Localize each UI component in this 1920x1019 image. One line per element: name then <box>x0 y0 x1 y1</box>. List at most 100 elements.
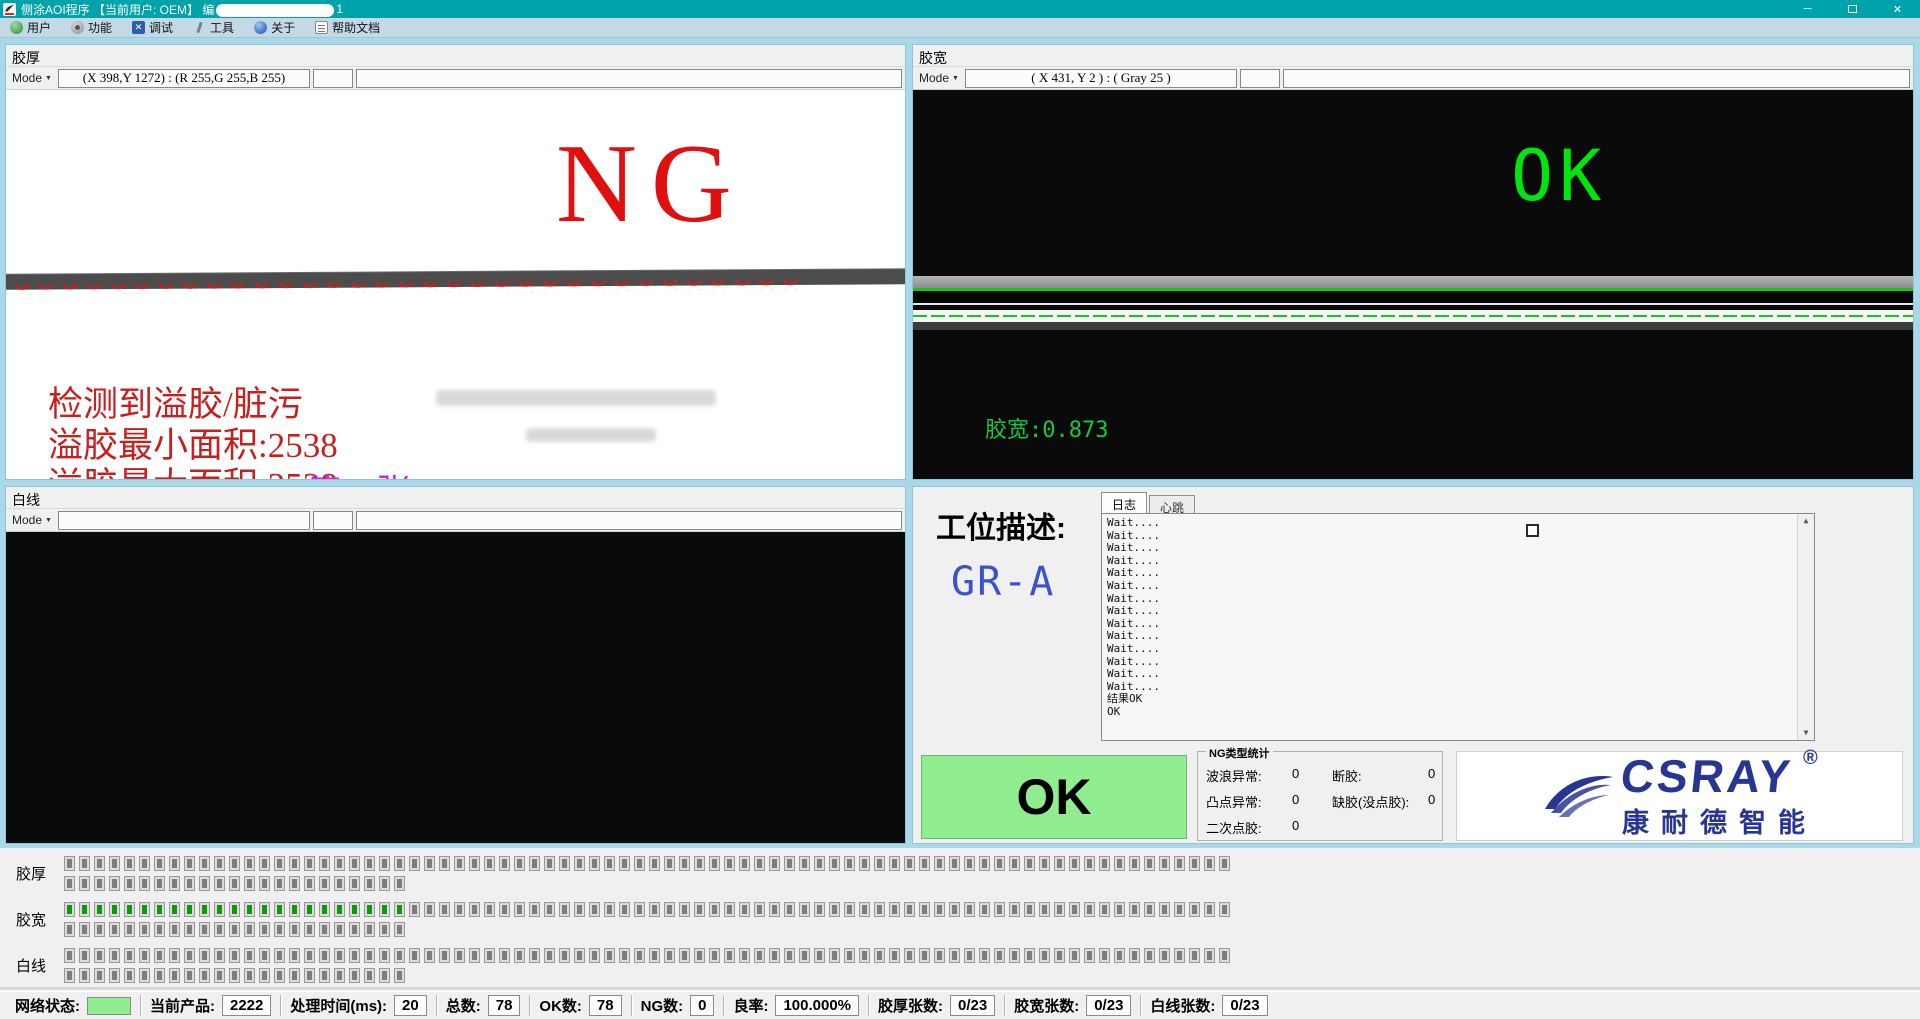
indicator-cell <box>334 902 345 917</box>
indicator-cell <box>739 856 750 871</box>
indicator-cell <box>1144 948 1155 963</box>
indicator-cell <box>109 856 120 871</box>
statusbar-item-value: 0/23 <box>1086 995 1131 1016</box>
statusbar-item: 当前产品:2222 <box>141 995 280 1016</box>
maximize-button[interactable] <box>1830 0 1875 18</box>
mode-label: Mode <box>919 71 949 85</box>
log-line: Wait.... <box>1107 580 1794 593</box>
network-status: 网络状态: <box>6 995 140 1016</box>
indicator-cell <box>169 902 180 917</box>
indicator-cell <box>1189 856 1200 871</box>
frame-indicator-grids: 胶厚胶宽白线 <box>0 848 1920 990</box>
info-globe-icon <box>254 21 267 34</box>
log-output[interactable]: Wait....Wait....Wait....Wait....Wait....… <box>1101 513 1815 741</box>
indicator-cell <box>979 856 990 871</box>
indicator-cell <box>499 902 510 917</box>
indicator-cell <box>199 968 210 983</box>
menu-function[interactable]: 功能 <box>61 18 122 38</box>
statusbar-item-label: NG数: <box>641 995 684 1016</box>
indicator-cell <box>919 902 930 917</box>
tab-log[interactable]: 日志 <box>1101 492 1147 513</box>
indicator-cell <box>1099 902 1110 917</box>
app-icon <box>3 3 16 16</box>
indicator-cell <box>619 856 630 871</box>
glue-width-image[interactable]: OK 胶宽:0.873 <box>913 89 1913 479</box>
mode-dropdown[interactable]: Mode ▼ <box>9 69 55 87</box>
frame-number-overlay: 第38张R-A <box>306 464 471 479</box>
indicator-cell <box>1204 902 1215 917</box>
debug-icon <box>132 21 145 34</box>
indicator-cell <box>1129 902 1140 917</box>
indicator-cell <box>154 968 165 983</box>
indicator-cell <box>994 948 1005 963</box>
indicator-cell <box>64 876 75 891</box>
station-description-label: 工位描述: <box>936 503 1066 547</box>
toolbar-field-long[interactable] <box>356 511 902 530</box>
indicator-cell <box>724 856 735 871</box>
overall-result-indicator: OK <box>921 755 1187 839</box>
toolbar-field-small[interactable] <box>313 69 353 88</box>
indicator-cell <box>709 856 720 871</box>
indicator-cell <box>379 856 390 871</box>
indicator-cell <box>439 902 450 917</box>
menu-help-doc[interactable]: 帮助文档 <box>305 18 390 38</box>
menu-debug[interactable]: 调试 <box>122 18 183 38</box>
indicator-cell <box>709 948 720 963</box>
toolbar-field-small[interactable] <box>313 511 353 530</box>
indicator-cell <box>229 948 240 963</box>
indicator-cell <box>724 948 735 963</box>
indicator-cell <box>769 948 780 963</box>
indicator-cell <box>289 856 300 871</box>
scroll-down-icon[interactable]: ▼ <box>1804 728 1809 738</box>
indicator-cell <box>109 968 120 983</box>
indicator-cell <box>319 876 330 891</box>
log-panel: 日志 心跳 Wait....Wait....Wait....Wait....Wa… <box>1101 491 1815 741</box>
log-checkbox[interactable] <box>1526 524 1539 537</box>
statusbar-item-label: OK数: <box>539 995 582 1016</box>
indicator-cell <box>559 902 570 917</box>
mode-dropdown[interactable]: Mode ▼ <box>916 69 962 87</box>
indicator-cell <box>364 922 375 937</box>
indicator-cell <box>274 948 285 963</box>
menu-tools[interactable]: 工具 <box>183 18 244 38</box>
indicator-cell <box>154 902 165 917</box>
toolbar-field-long[interactable] <box>1283 69 1910 88</box>
menu-about[interactable]: 关于 <box>244 18 305 38</box>
ng-stat-value: 0 <box>1428 766 1448 785</box>
log-line: Wait.... <box>1107 593 1794 606</box>
close-button[interactable]: ✕ <box>1875 0 1920 18</box>
indicator-cell <box>214 968 225 983</box>
indicator-cell <box>199 876 210 891</box>
mode-dropdown[interactable]: Mode ▼ <box>9 511 55 529</box>
tab-heartbeat[interactable]: 心跳 <box>1149 495 1195 513</box>
indicator-cell <box>664 948 675 963</box>
indicator-cell <box>1054 902 1065 917</box>
log-scrollbar[interactable]: ▲ ▼ <box>1797 514 1814 740</box>
indicator-cell <box>1009 856 1020 871</box>
toolbar-field-small[interactable] <box>1240 69 1280 88</box>
indicator-cell <box>394 856 405 871</box>
indicator-cell <box>424 856 435 871</box>
minimize-button[interactable]: ─ <box>1785 0 1830 18</box>
white-line-image[interactable] <box>6 531 905 843</box>
ng-stat-label: 缺胶(没点胶): <box>1332 792 1428 811</box>
indicator-cell <box>364 948 375 963</box>
indicator-cell <box>244 922 255 937</box>
indicator-cell <box>304 922 315 937</box>
scroll-up-icon[interactable]: ▲ <box>1804 516 1809 526</box>
indicator-cell <box>289 968 300 983</box>
indicator-cell <box>799 948 810 963</box>
pixel-readout: (X 398,Y 1272) : (R 255,G 255,B 255) <box>58 69 310 88</box>
indicator-cell <box>349 948 360 963</box>
glue-thickness-image[interactable]: NG 检测到溢胶/脏污 溢胶最小面积:2538 溢胶最大面积:2538 第38张… <box>6 89 905 479</box>
glue-strip-image <box>913 276 1913 330</box>
indicator-cell <box>664 902 675 917</box>
indicator-cell <box>79 968 90 983</box>
menu-user[interactable]: 用户 <box>0 18 61 38</box>
indicator-cell <box>1159 902 1170 917</box>
defect-report-text: 检测到溢胶/脏污 溢胶最小面积:2538 溢胶最大面积:2538 <box>48 385 338 479</box>
indicator-cell <box>1024 948 1035 963</box>
indicator-cell <box>124 902 135 917</box>
toolbar-field-long[interactable] <box>356 69 902 88</box>
statusbar-item-label: 处理时间(ms): <box>290 995 387 1016</box>
